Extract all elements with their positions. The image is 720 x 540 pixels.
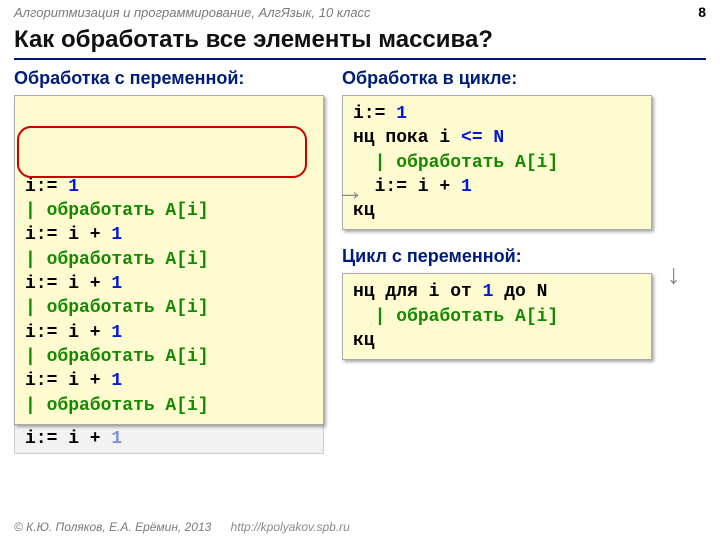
code-box-loop: i:= 1нц пока i <= N | обработать A[i] i:… (342, 95, 652, 230)
content-area: Обработка с переменной: i:= 1| обработат… (0, 66, 720, 454)
slide-footer: © К.Ю. Поляков, Е.А. Ерёмин, 2013 http:/… (14, 520, 350, 534)
code-extra-line: i:= i + 1 (14, 425, 324, 454)
arrow-down-icon: → (662, 262, 694, 290)
code-box-variable: i:= 1| обработать A[i]i:= i + 1| обработ… (14, 95, 324, 425)
code-box-for: нц для i от 1 до N | обработать A[i]кц (342, 273, 652, 360)
slide-header: Алгоритмизация и программирование, АлгЯз… (0, 0, 720, 22)
footer-url: http://kpolyakov.spb.ru (231, 520, 350, 534)
left-column: Обработка с переменной: i:= 1| обработат… (14, 66, 324, 454)
slide-title: Как обработать все элементы массива? (0, 22, 720, 58)
right-column: Обработка в цикле: i:= 1нц пока i <= N |… (342, 66, 682, 454)
arrow-right-icon: → (336, 175, 364, 207)
right-subtitle-1: Обработка в цикле: (342, 68, 682, 89)
left-subtitle: Обработка с переменной: (14, 68, 324, 89)
right-subtitle-2: Цикл с переменной: (342, 246, 682, 267)
course-label: Алгоритмизация и программирование, АлгЯз… (14, 5, 371, 20)
page-number: 8 (698, 4, 706, 20)
footer-authors: © К.Ю. Поляков, Е.А. Ерёмин, 2013 (14, 520, 211, 534)
highlight-oval (17, 126, 307, 178)
title-underline (14, 58, 706, 60)
